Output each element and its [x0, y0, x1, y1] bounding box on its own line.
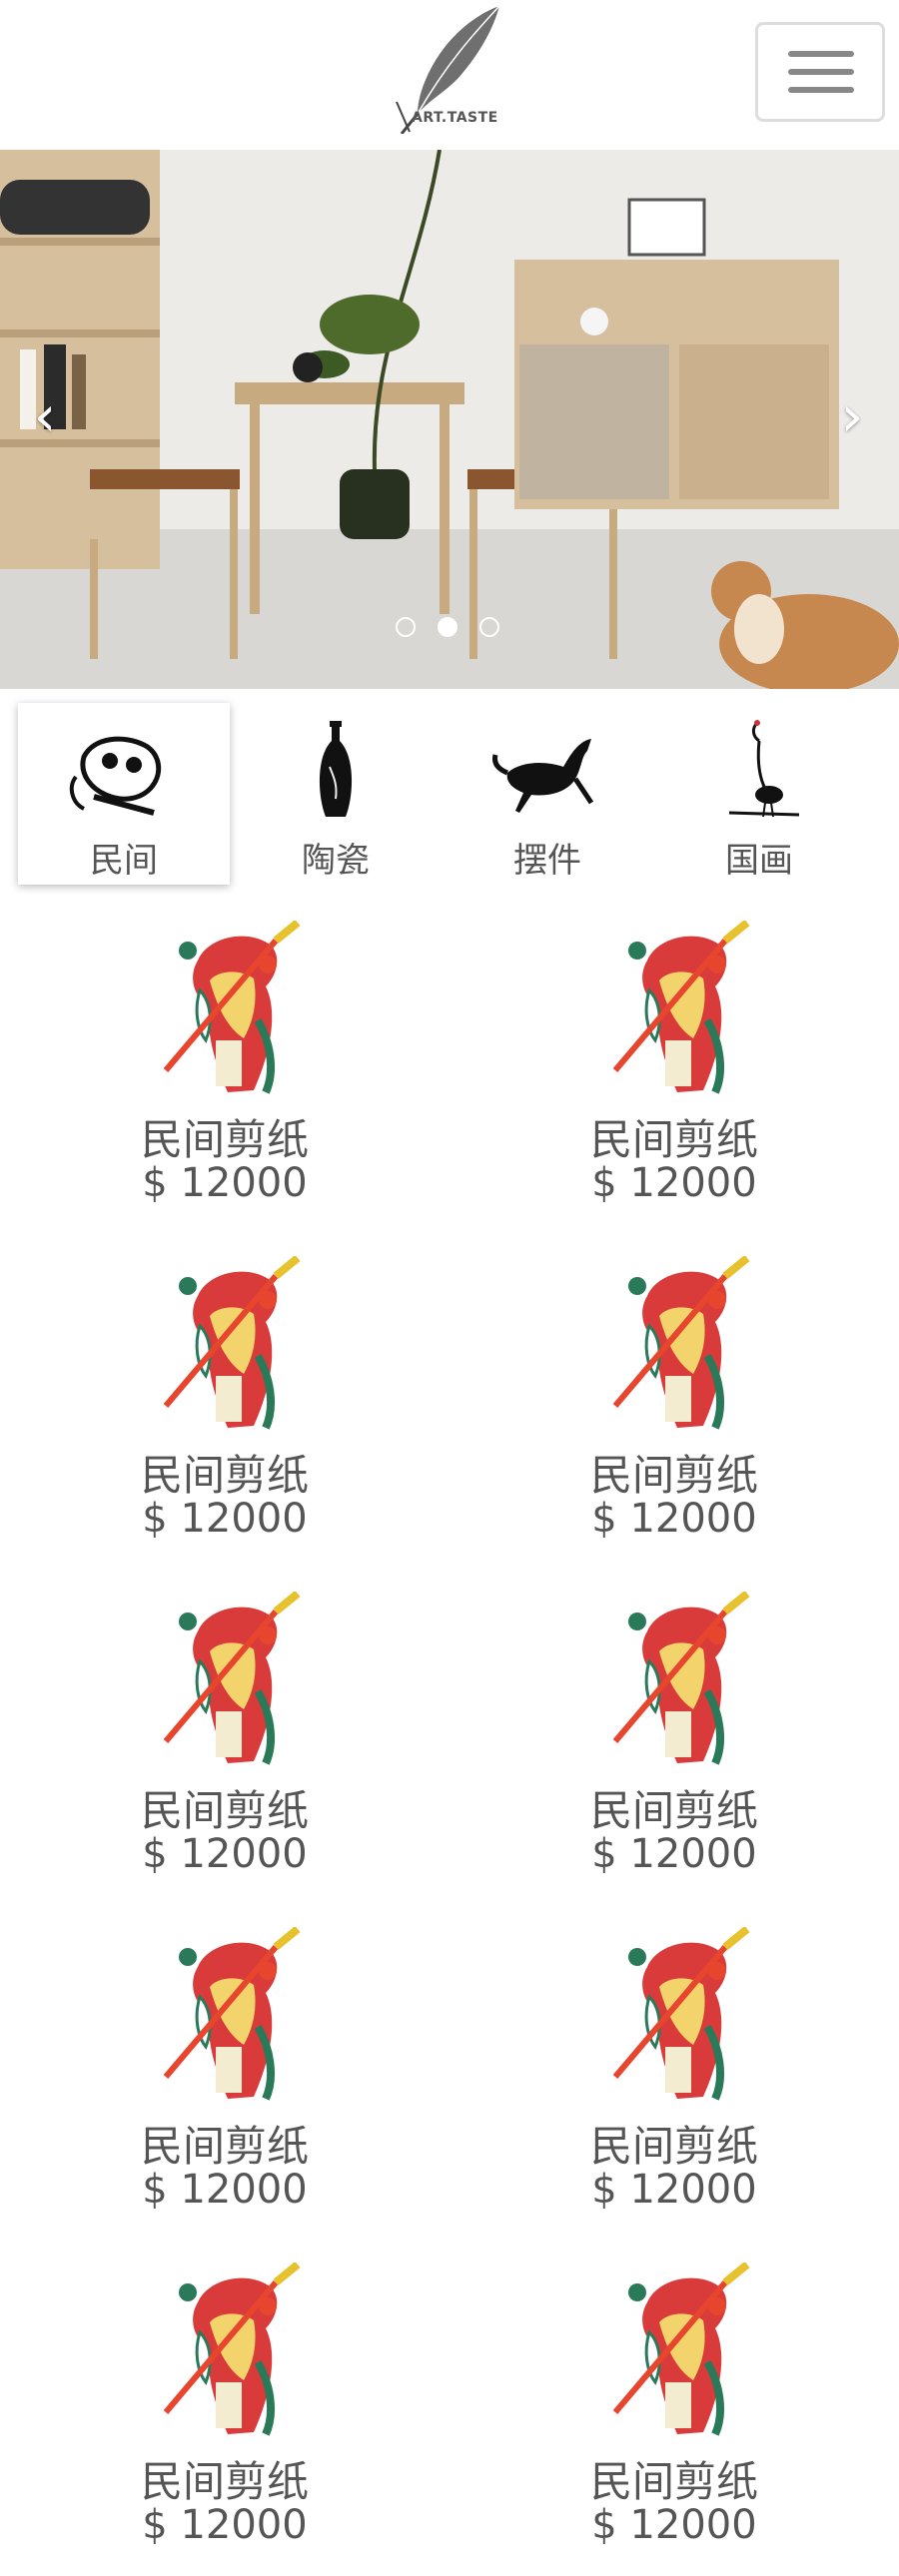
- product-price: $ 12000: [591, 2502, 757, 2548]
- crane-painting-icon: [728, 720, 800, 818]
- paper-cut-opera-image: [163, 1927, 301, 2101]
- horse-ornament-icon: [492, 739, 594, 813]
- category-folk[interactable]: 民间: [18, 703, 230, 885]
- logo[interactable]: ART.TASTE: [392, 2, 509, 134]
- category-label: 国画: [725, 841, 793, 881]
- product-name: 民间剪纸: [140, 1451, 309, 1500]
- product-price: $ 12000: [591, 1496, 757, 1542]
- ceramic-vase-icon: [319, 721, 353, 817]
- paper-cut-opera-image: [612, 1256, 750, 1430]
- paper-cut-opera-image: [163, 1592, 301, 1765]
- carousel-dot-3[interactable]: [479, 617, 499, 637]
- product-card[interactable]: 民间剪纸 $ 12000: [450, 2241, 899, 2576]
- paper-cut-opera-image: [163, 1256, 301, 1430]
- product-name: 民间剪纸: [140, 1115, 309, 1164]
- product-name: 民间剪纸: [140, 2122, 309, 2171]
- paper-cut-opera-image: [612, 1927, 750, 2101]
- product-name: 民间剪纸: [589, 2122, 758, 2171]
- product-name: 民间剪纸: [589, 1115, 758, 1164]
- carousel-dot-2[interactable]: [438, 617, 457, 637]
- product-name: 民间剪纸: [140, 1786, 309, 1835]
- product-card[interactable]: 民间剪纸 $ 12000: [0, 1234, 450, 1570]
- site-header: ART.TASTE: [0, 0, 899, 150]
- category-ornaments[interactable]: 摆件: [442, 703, 653, 885]
- category-label: 陶瓷: [302, 841, 370, 881]
- product-name: 民间剪纸: [589, 1786, 758, 1835]
- paper-cut-opera-image: [612, 921, 750, 1094]
- product-price: $ 12000: [142, 1496, 308, 1542]
- category-painting[interactable]: 国画: [653, 703, 865, 885]
- product-card[interactable]: 民间剪纸 $ 12000: [450, 899, 899, 1234]
- carousel-indicators: [390, 617, 519, 643]
- product-price: $ 12000: [142, 1831, 308, 1877]
- product-card[interactable]: 民间剪纸 $ 12000: [0, 1570, 450, 1905]
- product-price: $ 12000: [591, 1831, 757, 1877]
- paper-cut-opera-image: [612, 1592, 750, 1765]
- product-card[interactable]: 民间剪纸 $ 12000: [450, 1234, 899, 1570]
- product-price: $ 12000: [142, 2502, 308, 2548]
- logo-text: ART.TASTE: [412, 110, 498, 126]
- product-name: 民间剪纸: [589, 2457, 758, 2506]
- paper-cut-opera-image: [163, 2262, 301, 2436]
- hero-image: [0, 150, 899, 689]
- product-price: $ 12000: [142, 1160, 308, 1206]
- product-card[interactable]: 民间剪纸 $ 12000: [0, 899, 450, 1234]
- folk-art-icon: [69, 736, 162, 816]
- product-price: $ 12000: [591, 2167, 757, 2213]
- product-price: $ 12000: [591, 1160, 757, 1206]
- paper-cut-opera-image: [612, 2262, 750, 2436]
- category-label: 摆件: [513, 841, 581, 881]
- product-price: $ 12000: [142, 2167, 308, 2213]
- category-ceramics[interactable]: 陶瓷: [230, 703, 442, 885]
- paper-cut-opera-image: [163, 921, 301, 1094]
- category-tabs: 民间 陶瓷 摆件 国画: [0, 689, 899, 899]
- product-name: 民间剪纸: [589, 1451, 758, 1500]
- hero-carousel[interactable]: ‹ ›: [0, 150, 899, 689]
- category-label: 民间: [90, 841, 158, 881]
- hamburger-menu-icon[interactable]: [755, 22, 885, 122]
- product-name: 民间剪纸: [140, 2457, 309, 2506]
- product-card[interactable]: 民间剪纸 $ 12000: [0, 1905, 450, 2241]
- carousel-dot-1[interactable]: [396, 617, 416, 637]
- chevron-left-icon[interactable]: ‹: [20, 387, 70, 447]
- chevron-right-icon[interactable]: ›: [827, 387, 877, 447]
- product-card[interactable]: 民间剪纸 $ 12000: [450, 1905, 899, 2241]
- product-card[interactable]: 民间剪纸 $ 12000: [450, 1570, 899, 1905]
- product-card[interactable]: 民间剪纸 $ 12000: [0, 2241, 450, 2576]
